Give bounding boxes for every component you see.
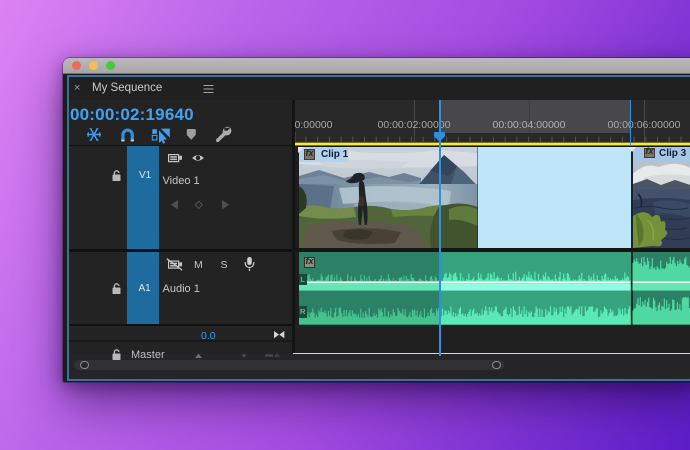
svg-text:M: M [194, 259, 203, 271]
svg-text:S: S [220, 259, 227, 271]
